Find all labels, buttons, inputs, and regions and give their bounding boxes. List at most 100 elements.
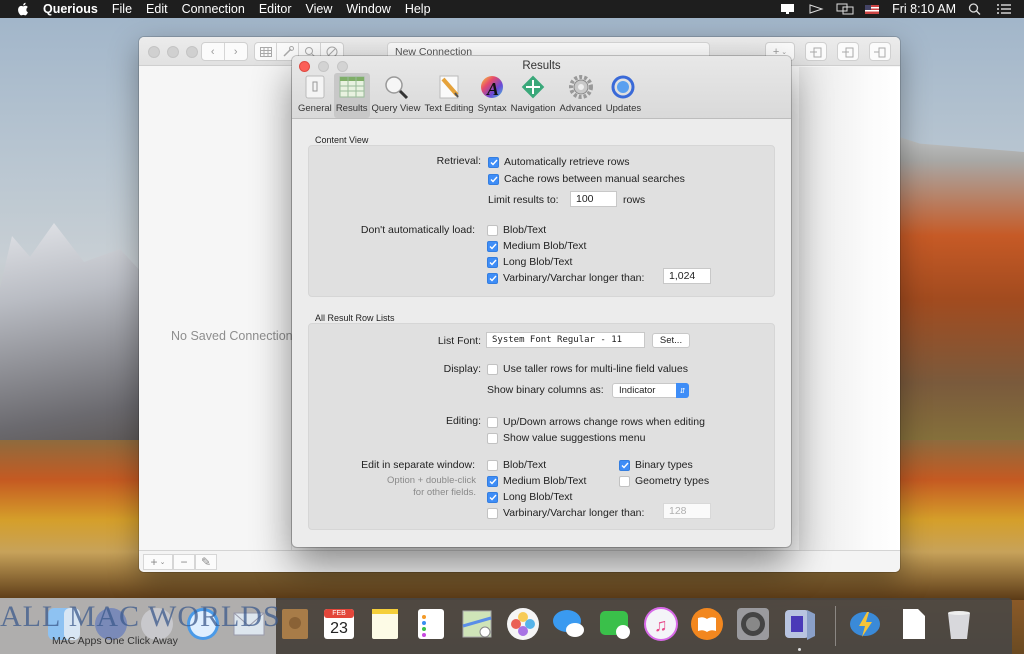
tab-query-view[interactable]: Query View (370, 73, 423, 118)
dock-downloads[interactable] (846, 604, 884, 644)
dock-facetime[interactable] (596, 604, 634, 644)
binary-columns-select[interactable]: Indicator ⇵ (612, 383, 689, 398)
calendar-month: FEB (332, 610, 346, 617)
import-icon[interactable] (805, 42, 827, 61)
dont-load-blob-checkbox[interactable]: Blob/Text (487, 224, 546, 236)
nav-segment: ‹ › (201, 42, 248, 61)
tab-text-editing[interactable]: Text Editing (422, 73, 475, 118)
limit-results-label: Limit results to: (488, 194, 559, 206)
checkbox-checked-icon (487, 491, 498, 503)
menu-file[interactable]: File (112, 2, 132, 16)
display-label: Display: (443, 363, 481, 375)
running-indicator (798, 648, 801, 651)
menu-editor[interactable]: Editor (259, 2, 292, 16)
menu-window[interactable]: Window (346, 2, 390, 16)
checkbox-checked-icon (488, 173, 499, 185)
dock-ibooks[interactable] (688, 604, 726, 644)
sidebar-bottom-bar: + ⌄ − ✎ (139, 550, 900, 572)
checkbox-checked-icon (619, 459, 630, 471)
menu-help[interactable]: Help (405, 2, 431, 16)
checkbox-checked-icon (487, 475, 498, 487)
add-connection-button[interactable]: + ⌄ (143, 554, 173, 570)
list-font-field[interactable]: System Font Regular - 11 (486, 332, 645, 348)
editing-label: Editing: (445, 415, 481, 427)
cache-rows-checkbox[interactable]: Cache rows between manual searches (488, 173, 685, 185)
display-icon[interactable] (780, 3, 796, 15)
updown-arrows-checkbox[interactable]: Up/Down arrows change rows when editing (487, 416, 705, 428)
checkbox-checked-icon (488, 156, 499, 168)
checkbox-unchecked-icon (487, 224, 498, 236)
dont-load-medium-blob-checkbox[interactable]: Medium Blob/Text (487, 240, 586, 252)
zoom-button[interactable] (186, 46, 198, 58)
arrows-icon (520, 74, 546, 100)
window-controls (148, 46, 205, 58)
tab-updates[interactable]: Updates (604, 73, 643, 118)
edit-connection-button[interactable]: ✎ (195, 554, 217, 570)
back-icon[interactable]: ‹ (202, 43, 225, 60)
separate-varchar-limit-field[interactable]: 128 (663, 503, 711, 519)
table-icon[interactable] (255, 43, 277, 60)
auto-retrieve-checkbox[interactable]: Automatically retrieve rows (488, 156, 629, 168)
dock-contacts[interactable] (276, 604, 314, 644)
dock-system-preferences[interactable] (734, 604, 772, 644)
gear-icon (568, 74, 594, 100)
separate-medium-blob-checkbox[interactable]: Medium Blob/Text (487, 475, 586, 487)
dock-document[interactable] (894, 604, 932, 644)
retrieval-label: Retrieval: (436, 155, 481, 167)
dont-load-varchar-checkbox[interactable]: Varbinary/Varchar longer than: (487, 272, 644, 284)
dont-load-long-blob-checkbox[interactable]: Long Blob/Text (487, 256, 572, 268)
tab-syntax[interactable]: A Syntax (476, 73, 509, 118)
set-font-button[interactable]: Set... (652, 333, 690, 348)
dock-trash[interactable] (940, 604, 978, 644)
disconnect-icon[interactable] (869, 42, 891, 61)
location-icon[interactable] (808, 3, 824, 15)
dock-itunes[interactable]: ♫ (642, 604, 680, 644)
export-icon[interactable] (837, 42, 859, 61)
dock-maps[interactable] (458, 604, 496, 644)
tab-advanced[interactable]: Advanced (558, 73, 604, 118)
spotlight-search-icon[interactable] (968, 3, 984, 15)
notification-center-icon[interactable] (996, 3, 1012, 15)
close-button[interactable] (148, 46, 160, 58)
separate-varchar-checkbox[interactable]: Varbinary/Varchar longer than: (487, 507, 644, 519)
tab-navigation[interactable]: Navigation (509, 73, 558, 118)
tab-results[interactable]: Results (333, 73, 370, 118)
flag-us-icon[interactable] (864, 3, 880, 15)
dock-notes[interactable] (366, 604, 404, 644)
remove-connection-button[interactable]: − (173, 554, 195, 570)
dock-separator (835, 606, 836, 646)
magnifier-icon (383, 74, 409, 100)
separate-geometry-types-checkbox[interactable]: Geometry types (619, 475, 709, 487)
value-suggestions-checkbox[interactable]: Show value suggestions menu (487, 432, 645, 444)
watermark-text: ALL MAC WORLDS (0, 600, 281, 633)
calendar-day: 23 (330, 620, 348, 637)
clock[interactable]: Fri 8:10 AM (892, 2, 956, 16)
separate-long-blob-checkbox[interactable]: Long Blob/Text (487, 491, 572, 503)
dont-load-varchar-limit-field[interactable]: 1,024 (663, 268, 711, 284)
dock-reminders[interactable] (412, 604, 450, 644)
menu-app-name[interactable]: Querious (43, 2, 98, 16)
forward-icon[interactable]: › (225, 43, 247, 60)
menu-view[interactable]: View (305, 2, 332, 16)
checkbox-unchecked-icon (487, 432, 498, 444)
checkbox-unchecked-icon (487, 507, 498, 519)
minimize-button[interactable] (167, 46, 179, 58)
menu-edit[interactable]: Edit (146, 2, 168, 16)
limit-results-field[interactable]: 100 (570, 191, 617, 207)
separate-blob-checkbox[interactable]: Blob/Text (487, 459, 546, 471)
menu-connection[interactable]: Connection (182, 2, 245, 16)
watermark-subtitle: MAC Apps One Click Away (52, 635, 178, 647)
dock-messages[interactable] (550, 604, 588, 644)
airplay-icon[interactable] (836, 3, 854, 15)
content-view-section-label: Content View (315, 135, 369, 145)
main-content-area (799, 67, 900, 550)
dock-photos[interactable] (504, 604, 542, 644)
preferences-title: Results (522, 60, 561, 72)
tab-general[interactable]: General (296, 73, 334, 118)
dock-calendar[interactable]: FEB 23 (320, 604, 358, 644)
color-wheel-icon: A (479, 74, 505, 100)
dock-querious[interactable] (780, 604, 818, 644)
separate-binary-types-checkbox[interactable]: Binary types (619, 459, 693, 471)
taller-rows-checkbox[interactable]: Use taller rows for multi-line field val… (487, 363, 688, 375)
apple-menu-icon[interactable] (15, 2, 31, 16)
